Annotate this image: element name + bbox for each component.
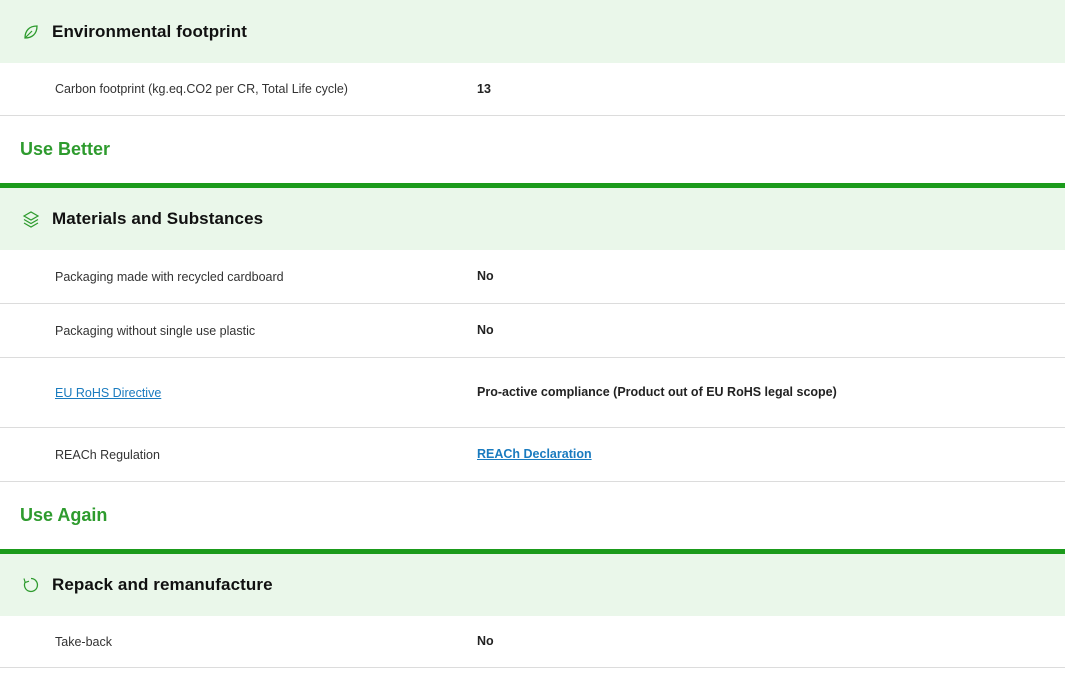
environmental-footprint-title: Environmental footprint bbox=[52, 21, 247, 41]
single-use-plastic-label: Packaging without single use plastic bbox=[55, 323, 256, 338]
reach-value-cell: REACh Declaration bbox=[477, 447, 897, 462]
table-row: Take-back No bbox=[0, 616, 1065, 668]
materials-substances-header: Materials and Substances bbox=[0, 188, 1065, 250]
section-heading-use-again: Use Again bbox=[0, 482, 1065, 554]
materials-substances-title: Materials and Substances bbox=[52, 209, 264, 228]
table-row: Carbon footprint (kg.eq.CO2 per CR, Tota… bbox=[0, 63, 1065, 116]
reach-regulation-label: REACh Regulation bbox=[55, 447, 160, 462]
rohs-value: Pro-active compliance (Product out of EU… bbox=[477, 385, 837, 399]
section-heading-use-better: Use Better bbox=[0, 116, 1065, 188]
reach-declaration-link[interactable]: REACh Declaration bbox=[477, 447, 592, 461]
refresh-icon bbox=[20, 574, 42, 596]
table-row: Packaging without single use plastic No bbox=[0, 304, 1065, 358]
layers-icon bbox=[20, 208, 42, 230]
table-row: REACh Regulation REACh Declaration bbox=[0, 428, 1065, 482]
table-row: EU RoHS Directive Pro-active compliance … bbox=[0, 358, 1065, 428]
repack-remanufacture-title: Repack and remanufacture bbox=[52, 575, 273, 594]
table-row: Packaging made with recycled cardboard N… bbox=[0, 250, 1065, 304]
recycled-cardboard-value: No bbox=[477, 269, 494, 283]
recycled-cardboard-label: Packaging made with recycled cardboard bbox=[55, 269, 284, 284]
rohs-label-cell: EU RoHS Directive bbox=[0, 386, 477, 400]
take-back-label: Take-back bbox=[55, 634, 112, 649]
single-use-plastic-value: No bbox=[477, 323, 494, 337]
eu-rohs-directive-link[interactable]: EU RoHS Directive bbox=[55, 386, 161, 400]
carbon-footprint-value: 13 bbox=[477, 81, 491, 96]
environmental-footprint-header: Environmental footprint bbox=[0, 0, 1065, 63]
environment-sustainability-panel: Environmental footprint Carbon footprint… bbox=[0, 0, 1065, 668]
repack-remanufacture-header: Repack and remanufacture bbox=[0, 554, 1065, 616]
carbon-footprint-label: Carbon footprint (kg.eq.CO2 per CR, Tota… bbox=[55, 82, 348, 96]
take-back-value: No bbox=[477, 634, 494, 648]
leaf-icon bbox=[20, 21, 42, 43]
